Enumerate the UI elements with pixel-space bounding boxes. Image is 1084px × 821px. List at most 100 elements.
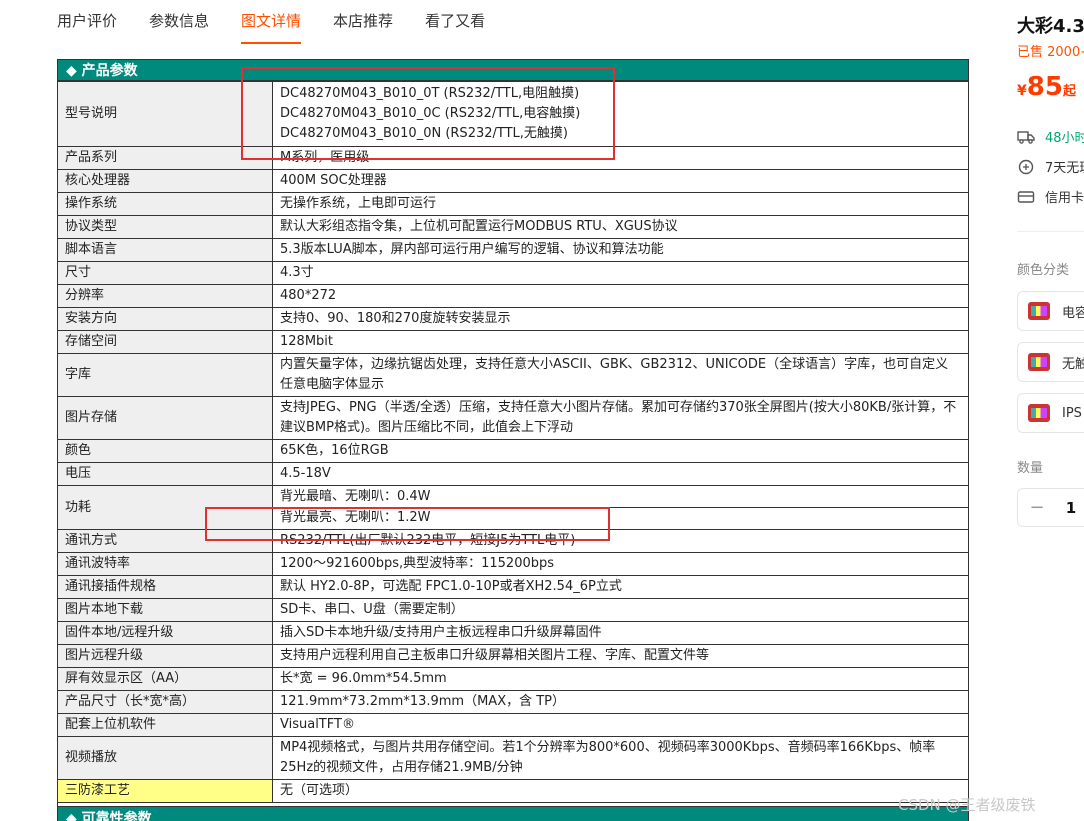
table-row: 电压 4.5-18V — [57, 462, 969, 486]
truck-icon — [1017, 130, 1035, 144]
spec-value: 无（可选项） — [272, 779, 969, 803]
spec-value-line: 插入SD卡本地升级/支持用户主板远程串口升级屏幕固件 — [280, 625, 602, 640]
spec-value: 4.3寸 — [272, 261, 969, 285]
spec-value-line: 支持0、90、180和270度旋转安装显示 — [280, 311, 511, 326]
product-thumbnail — [1028, 404, 1050, 422]
spec-value: 内置矢量字体，边缘抗锯齿处理，支持任意大小ASCII、GBK、GB2312、UN… — [272, 353, 969, 397]
spec-value: 支持JPEG、PNG（半透/全透）压缩，支持任意大小图片存储。累加可存储约370… — [272, 396, 969, 440]
color-option-no-touch[interactable]: 无触 — [1017, 342, 1084, 382]
spec-value-line: SD卡、串口、U盘（需要定制） — [280, 602, 464, 617]
spec-key: 通讯波特率 — [57, 552, 273, 576]
table-row: 尺寸 4.3寸 — [57, 261, 969, 285]
spec-key: 分辨率 — [57, 284, 273, 308]
product-thumbnail — [1028, 302, 1050, 320]
spec-value-line: 480*272 — [280, 288, 337, 303]
spec-key: 电压 — [57, 462, 273, 486]
service-delivery: 48小时 — [1017, 127, 1084, 146]
spec-key: 配套上位机软件 — [57, 713, 273, 737]
spec-key: 安装方向 — [57, 307, 273, 331]
spec-key: 视频播放 — [57, 736, 273, 780]
spec-value: 无操作系统，上电即可运行 — [272, 192, 969, 216]
spec-key: 尺寸 — [57, 261, 273, 285]
price: ¥85起 — [1017, 72, 1076, 102]
color-option-label: IPS — [1062, 405, 1082, 421]
spec-value-line: 1200～921600bps,典型波特率：115200bps — [280, 556, 555, 571]
quantity-value[interactable]: 1 — [1056, 499, 1084, 517]
spec-table: 型号说明 DC48270M043_B010_0T (RS232/TTL,电阻触摸)… — [57, 81, 969, 803]
table-row: 协议类型 默认大彩组态指令集，上位机可配置运行MODBUS RTU、XGUS协议 — [57, 215, 969, 239]
spec-value-line: 128Mbit — [280, 334, 333, 349]
service-return-label: 7天无理 — [1045, 161, 1084, 176]
color-option-label: 电容 — [1062, 305, 1084, 321]
spec-value-line: 4.3寸 — [280, 265, 314, 280]
service-delivery-label: 48小时 — [1045, 131, 1084, 146]
product-thumbnail — [1028, 353, 1050, 371]
spec-value-line: 5.3版本LUA脚本，屏内部可运行用户编写的逻辑、协议和算法功能 — [280, 242, 664, 257]
table-row: 通讯波特率 1200～921600bps,典型波特率：115200bps — [57, 552, 969, 576]
table-row: 配套上位机软件 VisualTFT® — [57, 713, 969, 737]
table-row: 核心处理器 400M SOC处理器 — [57, 169, 969, 193]
spec-value: 128Mbit — [272, 330, 969, 354]
tab-4[interactable]: 看了又看 — [425, 0, 485, 44]
table-row: 脚本语言 5.3版本LUA脚本，屏内部可运行用户编写的逻辑、协议和算法功能 — [57, 238, 969, 262]
spec-key: 核心处理器 — [57, 169, 273, 193]
spec-value: 480*272 — [272, 284, 969, 308]
service-credit: 信用卡 — [1017, 187, 1084, 206]
spec-value-line: 121.9mm*73.2mm*13.9mm（MAX，含 TP） — [280, 694, 566, 709]
service-return: 7天无理 — [1017, 157, 1084, 176]
spec-value-line: 长*宽 = 96.0mm*54.5mm — [280, 671, 447, 686]
tab-0[interactable]: 用户评价 — [57, 0, 117, 44]
spec-value-line: 400M SOC处理器 — [280, 173, 387, 188]
table-row: 字库 内置矢量字体，边缘抗锯齿处理，支持任意大小ASCII、GBK、GB2312、… — [57, 353, 969, 397]
price-suffix: 起 — [1062, 84, 1076, 99]
spec-value: 4.5-18V — [272, 462, 969, 486]
spec-value: 1200～921600bps,典型波特率：115200bps — [272, 552, 969, 576]
tab-2[interactable]: 图文详情 — [241, 0, 302, 44]
table-row: 操作系统 无操作系统，上电即可运行 — [57, 192, 969, 216]
spec-value-line: 无（可选项） — [280, 783, 359, 798]
spec-value: 支持0、90、180和270度旋转安装显示 — [272, 307, 969, 331]
reliability-section-title: ◆ 可靠性参数 — [57, 806, 969, 821]
table-row: 图片本地下载 SD卡、串口、U盘（需要定制） — [57, 598, 969, 622]
return-icon — [1018, 159, 1034, 174]
table-row: 存储空间 128Mbit — [57, 330, 969, 354]
spec-value-line: 无操作系统，上电即可运行 — [280, 196, 437, 211]
spec-key: 脚本语言 — [57, 238, 273, 262]
spec-value-line: 支持JPEG、PNG（半透/全透）压缩，支持任意大小图片存储。累加可存储约370… — [280, 400, 957, 435]
spec-key: 操作系统 — [57, 192, 273, 216]
quantity-decrease-button[interactable]: − — [1018, 497, 1056, 518]
annotation-box-models — [241, 67, 615, 160]
spec-value-line: 支持用户远程利用自己主板串口升级屏幕相关图片工程、字库、配置文件等 — [280, 648, 710, 663]
spec-key: 屏有效显示区（AA） — [57, 667, 273, 691]
spec-value: 65K色，16位RGB — [272, 439, 969, 463]
spec-key: 图片本地下载 — [57, 598, 273, 622]
spec-value-line: MP4视频格式，与图片共用存储空间。若1个分辨率为800*600、视频码率300… — [280, 740, 936, 775]
table-row: 图片远程升级 支持用户远程利用自己主板串口升级屏幕相关图片工程、字库、配置文件等 — [57, 644, 969, 668]
spec-key: 图片远程升级 — [57, 644, 273, 668]
table-row: 图片存储 支持JPEG、PNG（半透/全透）压缩，支持任意大小图片存储。累加可存储… — [57, 396, 969, 440]
color-option-label: 无触 — [1062, 356, 1084, 372]
divider — [1017, 231, 1084, 232]
spec-value-line: VisualTFT® — [280, 717, 355, 732]
table-row: 产品尺寸（长*宽*高） 121.9mm*73.2mm*13.9mm（MAX，含 T… — [57, 690, 969, 714]
spec-value-line: 默认 HY2.0-8P，可选配 FPC1.0-10P或者XH2.54_6P立式 — [280, 579, 622, 594]
spec-key: 字库 — [57, 353, 273, 397]
color-option-ips[interactable]: IPS — [1017, 393, 1084, 433]
spec-value: 插入SD卡本地升级/支持用户主板远程串口升级屏幕固件 — [272, 621, 969, 645]
tab-3[interactable]: 本店推荐 — [333, 0, 393, 44]
spec-value: MP4视频格式，与图片共用存储空间。若1个分辨率为800*600、视频码率300… — [272, 736, 969, 780]
spec-value-line: 背光最暗、无喇叭：0.4W — [273, 487, 968, 508]
color-option-capacitive[interactable]: 电容 — [1017, 291, 1084, 331]
table-row: 分辨率 480*272 — [57, 284, 969, 308]
tab-1[interactable]: 参数信息 — [149, 0, 209, 44]
spec-key: 通讯接插件规格 — [57, 575, 273, 599]
table-row: 三防漆工艺 无（可选项） — [57, 779, 969, 803]
detail-tabs: 用户评价 参数信息 图文详情 本店推荐 看了又看 — [57, 0, 517, 44]
spec-value: 支持用户远程利用自己主板串口升级屏幕相关图片工程、字库、配置文件等 — [272, 644, 969, 668]
spec-key: 三防漆工艺 — [57, 779, 273, 803]
product-title: 大彩4.3 — [1017, 16, 1084, 37]
spec-section: ◆ 产品参数 型号说明 DC48270M043_B010_0T (RS232/TT… — [57, 59, 969, 821]
spec-value: 5.3版本LUA脚本，屏内部可运行用户编写的逻辑、协议和算法功能 — [272, 238, 969, 262]
table-row: 视频播放 MP4视频格式，与图片共用存储空间。若1个分辨率为800*600、视频码… — [57, 736, 969, 780]
spec-key: 固件本地/远程升级 — [57, 621, 273, 645]
